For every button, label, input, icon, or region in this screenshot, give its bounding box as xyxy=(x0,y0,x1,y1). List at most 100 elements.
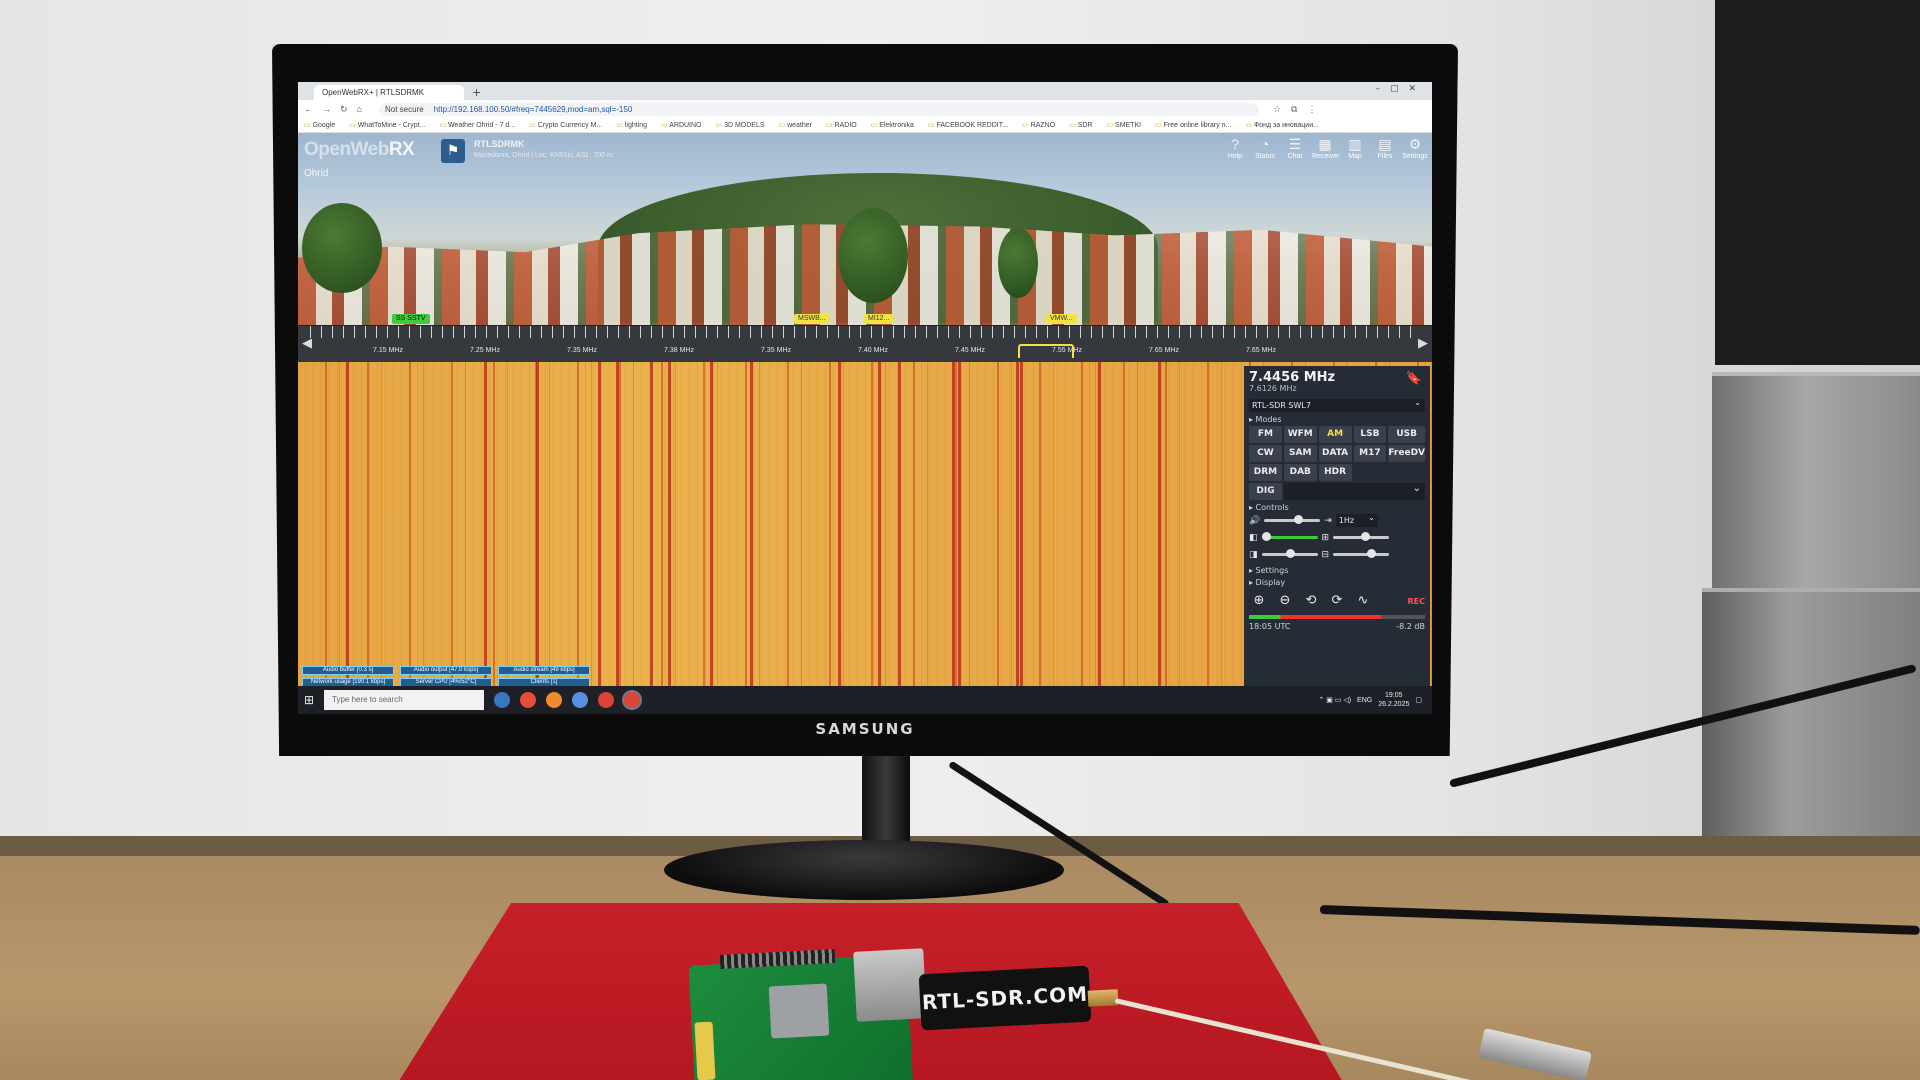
zoom-out-icon[interactable]: ⊖ xyxy=(1275,591,1295,611)
bookmark-tag[interactable]: VMW... xyxy=(1046,314,1077,324)
zoom-reset-icon[interactable]: ⟲ xyxy=(1301,591,1321,611)
squelch-slider[interactable] xyxy=(1261,532,1318,541)
gain-icon[interactable]: ◨ xyxy=(1249,550,1258,560)
profile-select[interactable]: RTL-SDR SWL7 xyxy=(1249,396,1425,412)
mode-button-am[interactable]: AM xyxy=(1318,426,1352,443)
bookmark-item[interactable]: weather xyxy=(779,121,812,129)
digital-mode-select[interactable] xyxy=(1284,483,1425,500)
frequency-scale[interactable]: ◀ ▶ 7.15 MHz 7.25 MHz 7.35 MHz 7.38 MHz 7.35… xyxy=(298,326,1432,362)
bookmark-item[interactable]: Free online library n... xyxy=(1155,121,1232,129)
bookmark-item[interactable]: Elektronika xyxy=(871,121,914,129)
nav-map[interactable]: ▥ Map xyxy=(1342,135,1368,160)
mode-button-cw[interactable]: CW xyxy=(1249,445,1282,462)
taskbar-search[interactable]: Type here to search xyxy=(324,690,484,710)
bookmark-item[interactable]: FACEBOOK REDDIT... xyxy=(928,121,1009,129)
nr-icon[interactable]: ⇥ xyxy=(1324,516,1332,526)
bookmark-item[interactable]: RAZNO xyxy=(1022,121,1056,129)
windows-start-icon[interactable]: ⊞ xyxy=(298,693,320,707)
mode-button-fm[interactable]: FM xyxy=(1249,426,1282,443)
notifications-icon[interactable]: ▢ xyxy=(1415,696,1422,704)
bookmark-icon[interactable]: 🔖 xyxy=(1406,371,1422,386)
dig-button[interactable]: DIG xyxy=(1249,483,1282,500)
mode-button-sam[interactable]: SAM xyxy=(1283,445,1317,462)
gain-slider[interactable] xyxy=(1261,549,1318,558)
nav-status[interactable]: ◔ Status xyxy=(1252,135,1278,160)
bookmark-tag[interactable]: MI12... xyxy=(864,314,894,324)
browser-tab[interactable]: OpenWebRX+ | RTLSDRMK xyxy=(314,85,464,100)
bookmark-item[interactable]: lighting xyxy=(616,121,647,129)
bookmark-item[interactable]: SMETKI xyxy=(1106,121,1141,129)
nav-receiver[interactable]: ▦ Receiver xyxy=(1312,135,1340,160)
treble-icon[interactable]: ⊟ xyxy=(1322,550,1330,560)
bookmark-tag[interactable]: SS SSTV xyxy=(392,314,430,324)
explorer-icon[interactable] xyxy=(572,692,588,708)
zoom-fit-icon[interactable]: ⟳ xyxy=(1327,591,1347,611)
browser-actions-icon[interactable]: ☆⧉⋮ xyxy=(1273,104,1327,115)
volume-icon[interactable]: 🔊 xyxy=(1249,516,1260,526)
windows-taskbar: ⊞ Type here to search ⌃ ▣ ▭ ◁) ENG 19:05… xyxy=(298,686,1432,714)
tick-label: 7.35 MHz xyxy=(567,347,597,354)
nav-help[interactable]: ? Help xyxy=(1222,135,1248,160)
nav-files[interactable]: ▤ Files xyxy=(1372,135,1398,160)
bookmark-item[interactable]: Crypto Currency M... xyxy=(529,121,603,129)
modes-section-title[interactable]: ▸ Modes xyxy=(1249,415,1425,424)
signal-trace xyxy=(958,362,961,686)
clock-time: 19:05 xyxy=(1385,692,1403,699)
bookmark-tag[interactable]: MSWB... xyxy=(794,314,830,324)
map-icon: ▥ xyxy=(1348,136,1362,152)
mode-button-freedv[interactable]: FreeDV xyxy=(1388,445,1425,462)
bass-icon[interactable]: ⊞ xyxy=(1322,533,1330,543)
treble-slider[interactable] xyxy=(1333,549,1390,558)
new-tab-icon[interactable]: + xyxy=(472,85,481,100)
status-icon: ◔ xyxy=(1260,136,1270,152)
chrome-active-icon[interactable] xyxy=(624,692,640,708)
scroll-left-icon[interactable]: ◀ xyxy=(302,336,312,351)
language-indicator[interactable]: ENG xyxy=(1357,697,1372,704)
signal-trace xyxy=(346,362,349,686)
mode-button-hdr[interactable]: HDR xyxy=(1318,464,1352,481)
chrome-icon[interactable] xyxy=(598,692,614,708)
nav-chat[interactable]: ☰ Chat xyxy=(1282,135,1308,160)
nav-buttons-icon[interactable]: ←→↻⌂ xyxy=(304,104,371,115)
openwebrx-logo[interactable]: OpenWebRX xyxy=(304,139,415,161)
settings-section-title[interactable]: ▸ Settings xyxy=(1249,566,1425,575)
controls-section-title[interactable]: ▸ Controls xyxy=(1249,503,1425,512)
bookmark-item[interactable]: WhatToMine - Crypt... xyxy=(349,121,426,129)
mode-button-lsb[interactable]: LSB xyxy=(1353,426,1387,443)
tray-icons[interactable]: ⌃ ▣ ▭ ◁) xyxy=(1318,696,1351,704)
firefox-icon[interactable] xyxy=(546,692,562,708)
signal-trace xyxy=(878,362,881,686)
mode-button-drm[interactable]: DRM xyxy=(1249,464,1282,481)
bass-slider[interactable] xyxy=(1333,532,1390,541)
bookmark-item[interactable]: 3D MODELS xyxy=(716,121,764,129)
tuning-step-select[interactable]: 1Hz xyxy=(1335,511,1378,527)
scroll-right-icon[interactable]: ▶ xyxy=(1418,336,1428,351)
squelch-row: ◧ ⊞ xyxy=(1249,529,1425,546)
squelch-icon[interactable]: ◧ xyxy=(1249,533,1258,543)
bookmark-item[interactable]: Google xyxy=(304,121,336,129)
task-view-icon[interactable] xyxy=(494,692,510,708)
volume-slider[interactable] xyxy=(1264,515,1321,524)
bookmark-item[interactable]: RADIO xyxy=(826,121,857,129)
zoom-in-icon[interactable]: ⊕ xyxy=(1249,591,1269,611)
mode-button-usb[interactable]: USB xyxy=(1388,426,1425,443)
display-section-title[interactable]: ▸ Display xyxy=(1249,578,1425,587)
mode-button-wfm[interactable]: WFM xyxy=(1283,426,1317,443)
passband-filter[interactable] xyxy=(1018,344,1074,358)
mode-button-dab[interactable]: DAB xyxy=(1283,464,1317,481)
window-controls[interactable]: –▢✕ xyxy=(1375,84,1426,94)
bookmark-item[interactable]: ARDUINO xyxy=(661,121,701,129)
taskbar-clock[interactable]: 19:05 26.2.2025 xyxy=(1378,691,1409,709)
auto-adjust-icon[interactable]: ∿ xyxy=(1353,591,1373,611)
bookmark-item[interactable]: Фонд за иновации... xyxy=(1245,121,1319,129)
mode-button-data[interactable]: DATA xyxy=(1318,445,1352,462)
bookmark-item[interactable]: Weather Ohrid - 7 d... xyxy=(439,121,515,129)
chrome-icon[interactable] xyxy=(520,692,536,708)
url-field[interactable]: Not secure http://192.168.100.50/#freq=7… xyxy=(378,102,1259,116)
nav-settings[interactable]: ⚙ Settings xyxy=(1402,135,1428,160)
mode-button-m17[interactable]: M17 xyxy=(1353,445,1387,462)
frequency-display[interactable]: 7.4456 MHz xyxy=(1249,370,1425,385)
bookmark-item[interactable]: SDR xyxy=(1069,121,1093,129)
metal-box-upper xyxy=(1712,372,1920,592)
record-button[interactable]: REC xyxy=(1408,597,1426,606)
